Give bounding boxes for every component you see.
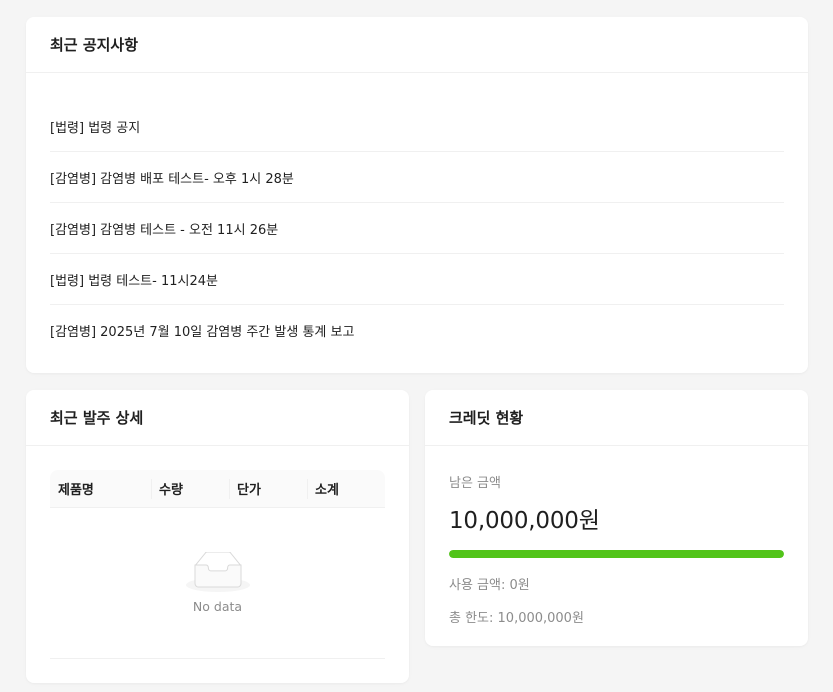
orders-title: 최근 발주 상세 bbox=[26, 390, 409, 446]
orders-card: 최근 발주 상세 제품명 수량 단가 소계 No data bbox=[26, 390, 409, 683]
column-header-subtotal: 소계 bbox=[307, 470, 385, 507]
credit-card: 크레딧 현황 남은 금액 10,000,000원 사용 금액: 0원 총 한도:… bbox=[425, 390, 808, 646]
notice-item[interactable]: [감염병] 감염병 배포 테스트- 오후 1시 28분 bbox=[50, 152, 784, 203]
empty-inbox-icon bbox=[185, 552, 250, 592]
remaining-amount: 10,000,000원 bbox=[449, 508, 600, 534]
notices-title: 최근 공지사항 bbox=[26, 17, 808, 73]
total-limit: 총 한도: 10,000,000원 bbox=[449, 611, 584, 626]
table-empty-state: No data bbox=[50, 508, 385, 659]
remaining-label: 남은 금액 bbox=[449, 476, 501, 491]
table-header: 제품명 수량 단가 소계 bbox=[50, 470, 385, 508]
credit-title: 크레딧 현황 bbox=[425, 390, 808, 446]
orders-table: 제품명 수량 단가 소계 No data bbox=[26, 446, 409, 659]
credit-progress-bar bbox=[449, 550, 784, 558]
notice-item[interactable]: [법령] 법령 공지 bbox=[50, 93, 784, 152]
notice-list: [법령] 법령 공지 [감염병] 감염병 배포 테스트- 오후 1시 28분 [… bbox=[26, 73, 808, 356]
column-header-quantity: 수량 bbox=[151, 470, 229, 507]
notice-item[interactable]: [감염병] 2025년 7월 10일 감염병 주간 발생 통계 보고 bbox=[50, 305, 784, 356]
notice-item[interactable]: [감염병] 감염병 테스트 - 오전 11시 26분 bbox=[50, 203, 784, 254]
credit-body: 남은 금액 10,000,000원 사용 금액: 0원 총 한도: 10,000… bbox=[425, 446, 808, 626]
used-amount: 사용 금액: 0원 bbox=[449, 578, 530, 593]
column-header-product: 제품명 bbox=[58, 483, 94, 498]
notices-card: 최근 공지사항 [법령] 법령 공지 [감염병] 감염병 배포 테스트- 오후 … bbox=[26, 17, 808, 373]
column-header-unit-price: 단가 bbox=[229, 470, 307, 507]
credit-progress-fill bbox=[449, 550, 784, 558]
empty-text: No data bbox=[192, 599, 243, 614]
notice-item[interactable]: [법령] 법령 테스트- 11시24분 bbox=[50, 254, 784, 305]
